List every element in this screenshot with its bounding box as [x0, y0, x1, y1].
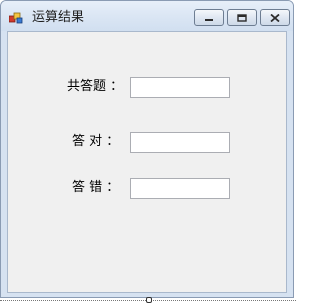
caption-buttons: [194, 9, 293, 26]
correct-field[interactable]: [130, 132, 230, 153]
correct-label: 答 对 ：: [72, 134, 120, 149]
close-button[interactable]: [260, 9, 290, 26]
resize-handle[interactable]: [146, 297, 152, 303]
title-bar[interactable]: 运算结果: [1, 1, 293, 31]
close-icon: [270, 13, 280, 22]
total-questions-label: 共答题 ：: [67, 79, 124, 94]
app-icon: [9, 12, 23, 24]
dialog-window: 运算结果 共答题 ： 答 对 ： 答 错 ：: [0, 0, 294, 298]
window-title: 运算结果: [32, 10, 85, 25]
maximize-button[interactable]: [227, 9, 257, 26]
total-questions-field[interactable]: [130, 77, 230, 98]
minimize-icon: [205, 18, 213, 21]
maximize-icon: [237, 13, 247, 22]
wrong-label: 答 错 ：: [72, 180, 120, 195]
wrong-field[interactable]: [130, 178, 230, 199]
minimize-button[interactable]: [194, 9, 224, 26]
form-client-area: 共答题 ： 答 对 ： 答 错 ：: [7, 31, 287, 293]
